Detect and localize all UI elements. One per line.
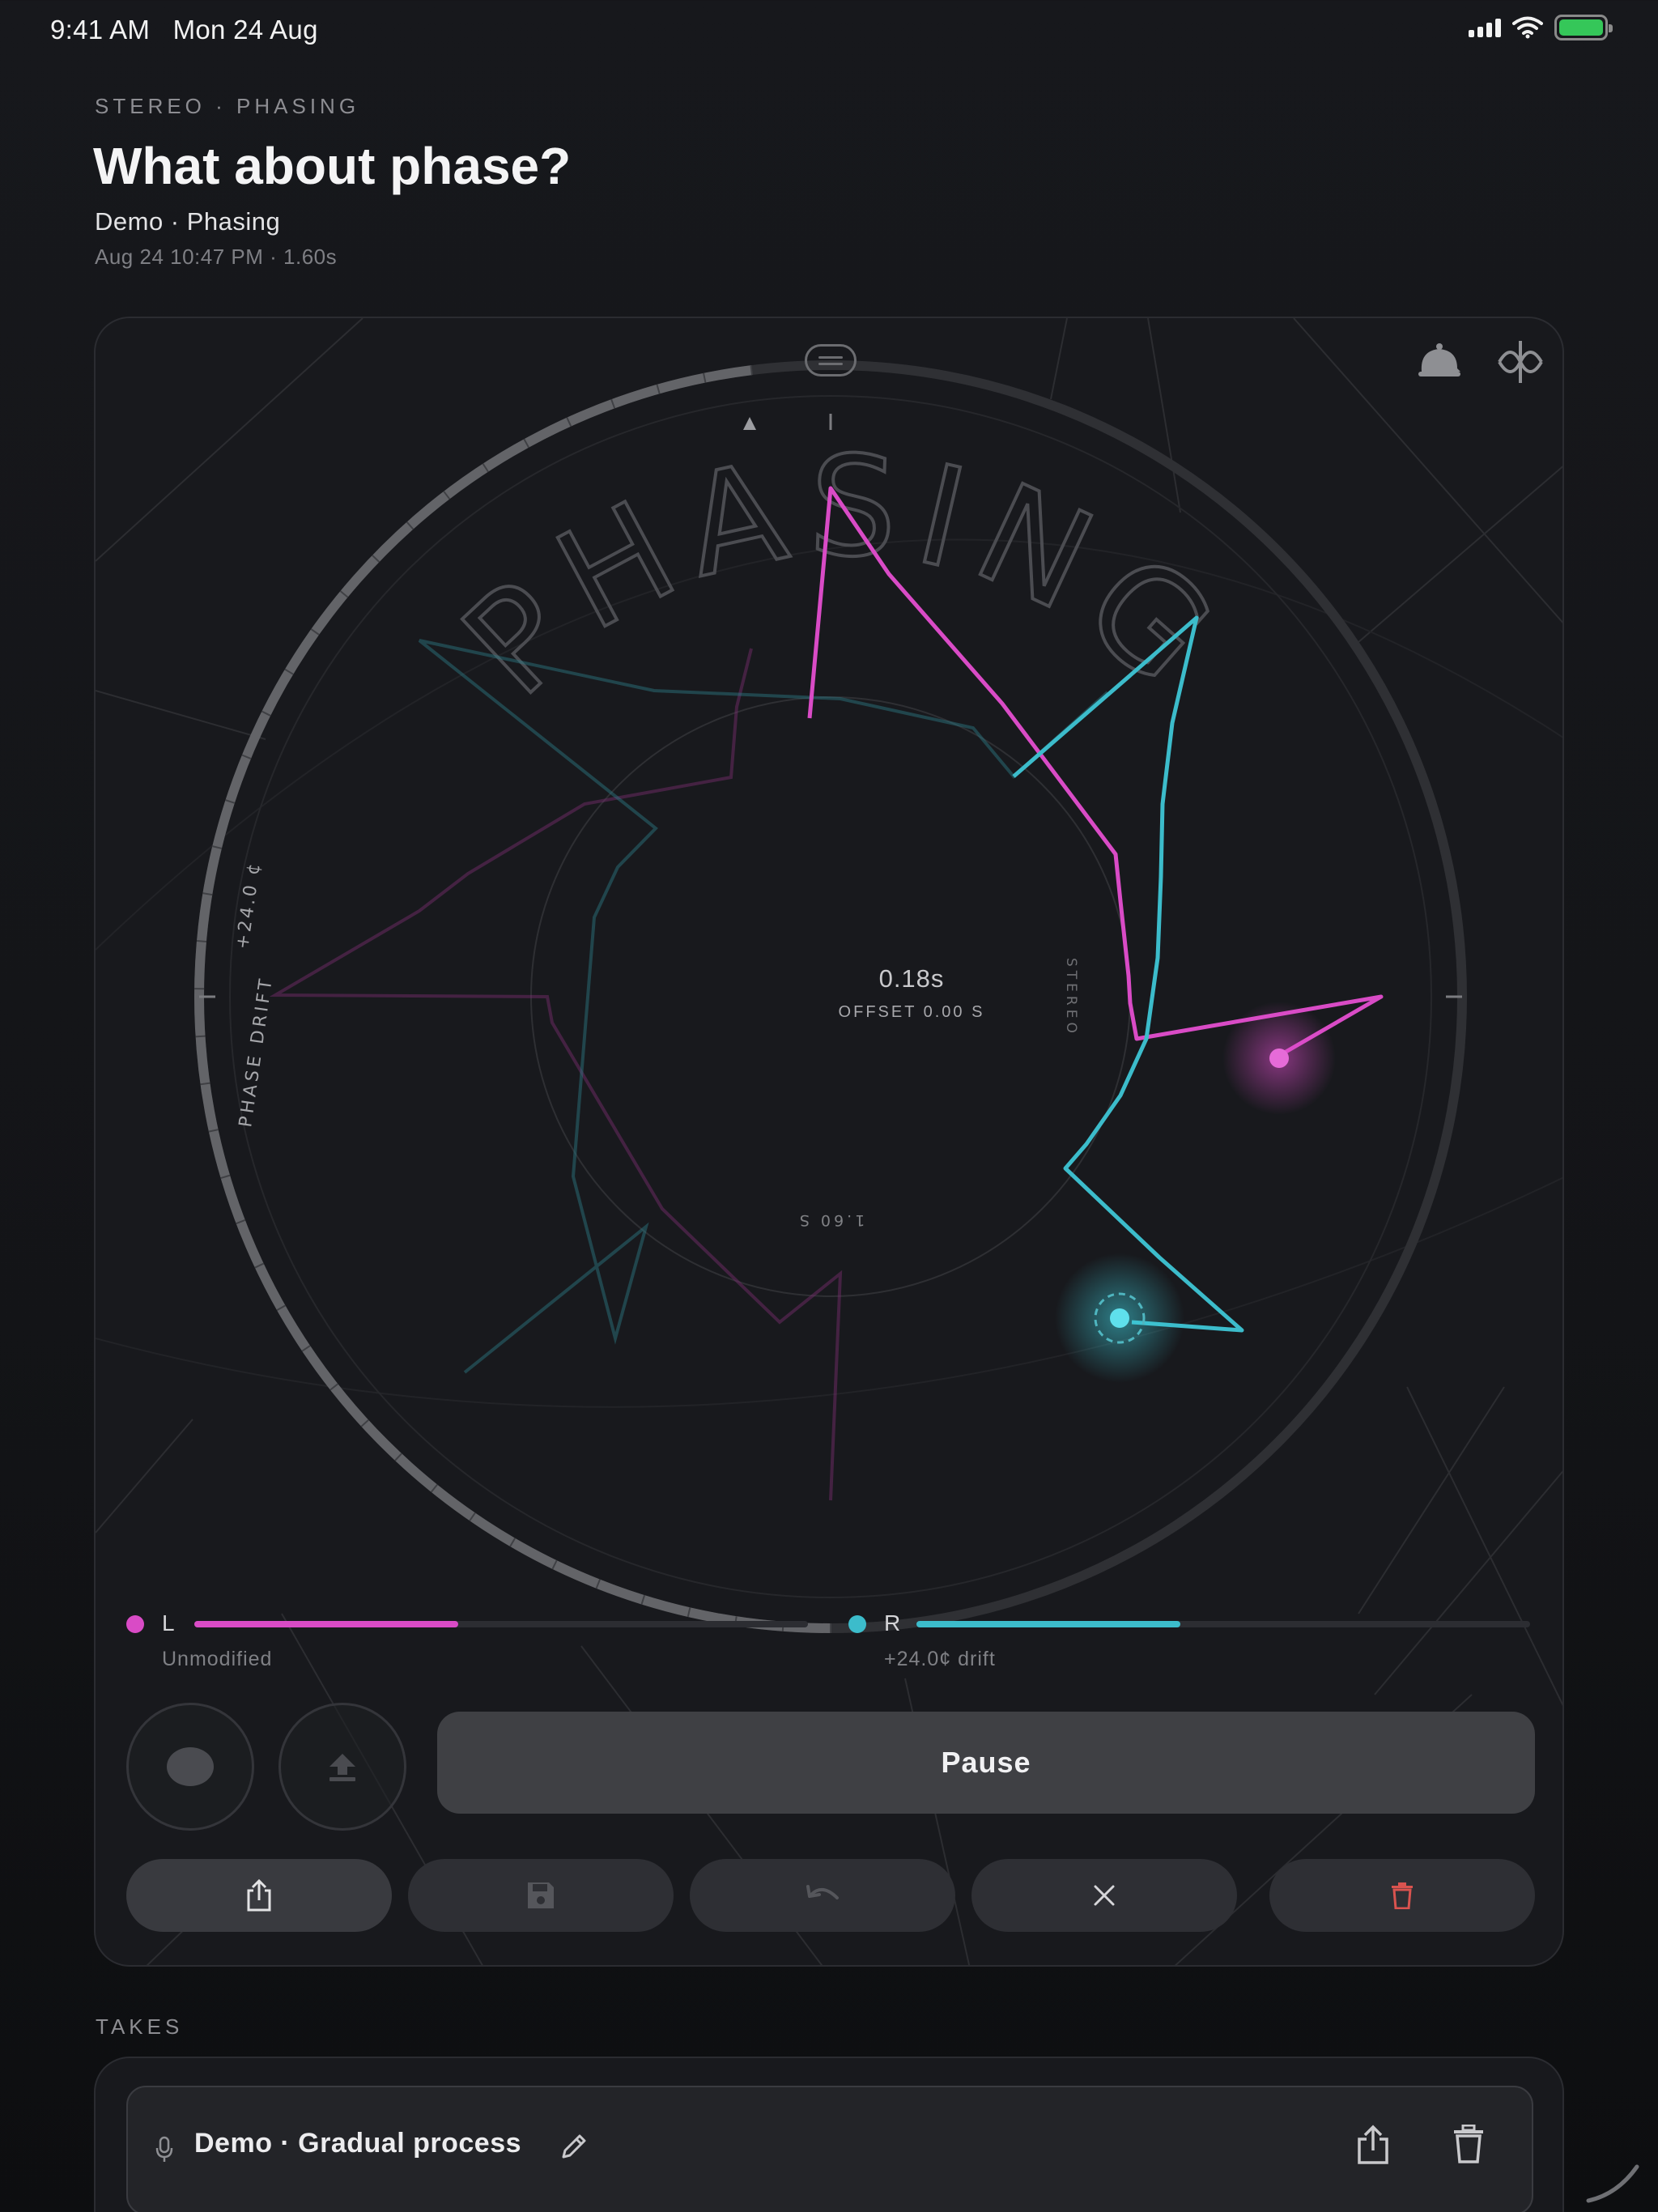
left-channel-status: Unmodified <box>162 1648 273 1670</box>
battery-charging-icon <box>1554 15 1613 40</box>
upload-icon <box>329 1754 355 1781</box>
session-meta: Aug 24 10:47 PM · 1.60s <box>95 245 338 269</box>
take-title: Demo · Gradual process <box>194 2128 522 2159</box>
right-channel-head[interactable] <box>1110 1308 1129 1328</box>
left-channel-dot <box>126 1615 144 1633</box>
resize-corner-icon <box>1586 2164 1639 2203</box>
close-button[interactable] <box>971 1859 1237 1932</box>
wifi-icon <box>1512 16 1543 39</box>
page-title: What about phase? <box>93 137 572 195</box>
take-trash-icon[interactable] <box>1452 2125 1485 2163</box>
right-channel-meter: R +24.0¢ drift <box>848 1610 1530 1695</box>
right-channel-status: +24.0¢ drift <box>884 1648 996 1670</box>
pause-button[interactable]: Pause <box>437 1712 1535 1814</box>
left-channel-letter: L <box>162 1610 175 1636</box>
share-icon <box>247 1879 271 1912</box>
save-icon <box>528 1882 554 1908</box>
status-bar: 9:41 AM Mon 24 Aug <box>0 0 1658 58</box>
pencil-icon[interactable] <box>560 2133 588 2160</box>
takes-section-label: TAKES <box>96 2014 184 2039</box>
bell-icon[interactable] <box>1415 339 1464 383</box>
session-name: Demo · Phasing <box>95 207 281 236</box>
save-button[interactable] <box>408 1859 674 1932</box>
right-level-fill <box>916 1621 1180 1627</box>
take-item[interactable]: Demo · Gradual process <box>126 2086 1533 2212</box>
share-button[interactable] <box>126 1859 392 1932</box>
phase-value: 0.18s <box>878 964 945 993</box>
section-eyebrow: STEREO · PHASING <box>95 94 360 118</box>
undo-icon <box>806 1885 839 1899</box>
trash-icon <box>1392 1882 1413 1909</box>
playhead-marker <box>743 417 756 430</box>
phasing-word: PHASING <box>434 426 1253 726</box>
phase-drift-label: PHASE DRIFT <box>236 975 277 1129</box>
delete-button[interactable] <box>1269 1859 1535 1932</box>
takes-list: Demo · Gradual process <box>94 2057 1564 2212</box>
progress-tick <box>196 939 207 942</box>
undo-button[interactable] <box>690 1859 955 1932</box>
left-channel-meter: L Unmodified <box>126 1610 808 1695</box>
status-indicators <box>1469 15 1613 40</box>
phasing-word-path: PHASING <box>432 424 1239 728</box>
status-clock: 9:41 AM <box>50 15 151 45</box>
cellular-signal-icon <box>1469 18 1501 37</box>
upload-button[interactable] <box>278 1703 406 1831</box>
close-icon <box>1094 1885 1115 1906</box>
dial-center-readout: 0.18s OFFSET 0.00 S <box>750 964 1073 1022</box>
right-level-track[interactable] <box>916 1621 1530 1627</box>
status-date: Mon 24 Aug <box>172 15 318 45</box>
offset-value: OFFSET 0.00 S <box>838 1003 985 1021</box>
right-channel-letter: R <box>884 1610 901 1636</box>
phase-visualizer-card: PHASING PHASE DRIFT +24.0 ¢ STEREO 1.60 … <box>94 317 1564 1967</box>
status-time: 9:41 AM Mon 24 Aug <box>50 15 318 45</box>
wave-icon[interactable] <box>1496 338 1545 386</box>
left-level-track[interactable] <box>194 1621 808 1627</box>
menu-pill-icon[interactable] <box>805 344 857 376</box>
left-trail-faded <box>269 648 843 1501</box>
right-channel-dot <box>848 1615 866 1633</box>
progress-tick <box>195 1035 206 1038</box>
left-level-fill <box>194 1621 458 1627</box>
mic-icon <box>155 2136 173 2162</box>
left-channel-head <box>1269 1049 1289 1068</box>
record-button[interactable] <box>126 1703 254 1831</box>
duration-label: 1.60 S <box>797 1211 865 1229</box>
take-share-icon[interactable] <box>1355 2125 1391 2165</box>
record-icon <box>167 1747 214 1786</box>
